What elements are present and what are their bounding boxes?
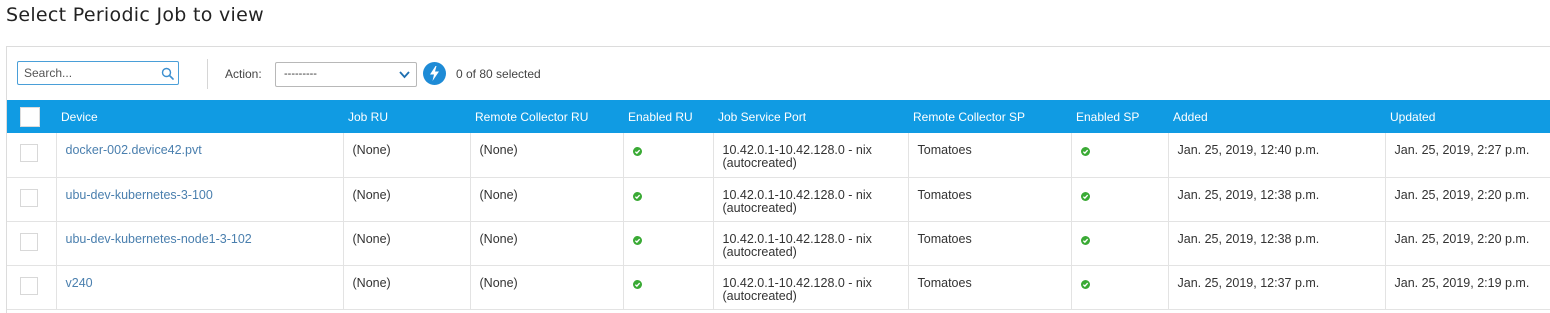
row-select-cell bbox=[7, 177, 56, 222]
column-header-device[interactable]: Device bbox=[56, 100, 343, 133]
green-check-icon bbox=[1080, 147, 1090, 156]
table-header-row: Device Job RU Remote Collector RU Enable… bbox=[7, 100, 1550, 133]
column-header-job-service-port[interactable]: Job Service Port bbox=[713, 100, 908, 133]
column-header-enabled-sp[interactable]: Enabled SP bbox=[1071, 100, 1168, 133]
action-select[interactable]: --------- bbox=[275, 62, 417, 87]
toolbar-divider bbox=[207, 59, 208, 89]
enabled-sp-cell bbox=[1070, 265, 1168, 310]
device-link[interactable]: v240 bbox=[66, 276, 93, 290]
green-check-icon bbox=[632, 191, 642, 201]
remote-collector-sp-cell: Tomatoes bbox=[907, 177, 1071, 222]
select-all-checkbox[interactable] bbox=[20, 106, 40, 127]
device-link[interactable]: docker-002.device42.pvt bbox=[66, 143, 202, 157]
page-title: Select Periodic Job to view bbox=[6, 4, 264, 26]
green-check-icon bbox=[1080, 191, 1090, 201]
row-checkbox[interactable] bbox=[20, 188, 38, 207]
green-check-icon bbox=[1080, 235, 1090, 245]
table-row: docker-002.device42.pvt (None) (None) 10… bbox=[7, 133, 1550, 178]
remote-collector-ru-cell: (None) bbox=[469, 221, 623, 266]
job-ru-cell: (None) bbox=[342, 177, 470, 222]
green-check-icon bbox=[632, 147, 642, 156]
remote-collector-ru-cell: (None) bbox=[469, 177, 623, 222]
table-row: ubu-dev-kubernetes-3-100 (None) (None) 1… bbox=[7, 177, 1550, 222]
green-check-icon bbox=[632, 235, 642, 245]
job-ru-cell: (None) bbox=[342, 265, 470, 310]
updated-cell: Jan. 25, 2019, 2:27 p.m. bbox=[1384, 133, 1550, 178]
column-header-job-ru[interactable]: Job RU bbox=[343, 100, 470, 133]
updated-cell: Jan. 25, 2019, 2:19 p.m. bbox=[1384, 265, 1550, 310]
search-input[interactable] bbox=[24, 64, 154, 82]
added-cell: Jan. 25, 2019, 12:38 p.m. bbox=[1167, 177, 1385, 222]
enabled-ru-cell bbox=[622, 133, 713, 178]
remote-collector-ru-cell: (None) bbox=[469, 265, 623, 310]
column-header-updated[interactable]: Updated bbox=[1385, 100, 1550, 133]
row-checkbox[interactable] bbox=[20, 276, 38, 295]
enabled-sp-cell bbox=[1070, 133, 1168, 178]
green-check-icon bbox=[1080, 279, 1090, 289]
device-cell: docker-002.device42.pvt bbox=[55, 133, 343, 178]
lightning-bolt-icon bbox=[430, 66, 439, 81]
job-ru-cell: (None) bbox=[342, 221, 470, 266]
updated-cell: Jan. 25, 2019, 2:20 p.m. bbox=[1384, 221, 1550, 266]
action-select-value: --------- bbox=[284, 68, 317, 80]
remote-collector-sp-cell: Tomatoes bbox=[907, 133, 1071, 178]
column-header-remote-collector-sp[interactable]: Remote Collector SP bbox=[908, 100, 1071, 133]
enabled-ru-cell bbox=[622, 265, 713, 310]
job-service-port-cell: 10.42.0.1-10.42.128.0 - nix (autocreated… bbox=[712, 265, 908, 310]
select-all-cell bbox=[7, 100, 56, 133]
device-link[interactable]: ubu-dev-kubernetes-3-100 bbox=[66, 188, 213, 202]
device-link[interactable]: ubu-dev-kubernetes-node1-3-102 bbox=[66, 232, 252, 246]
table-row: ubu-dev-kubernetes-node1-3-102 (None) (N… bbox=[7, 221, 1550, 266]
row-select-cell bbox=[7, 265, 56, 310]
added-cell: Jan. 25, 2019, 12:40 p.m. bbox=[1167, 133, 1385, 178]
run-action-button[interactable] bbox=[423, 62, 446, 85]
remote-collector-ru-cell: (None) bbox=[469, 133, 623, 178]
device-cell: ubu-dev-kubernetes-3-100 bbox=[55, 177, 343, 222]
periodic-jobs-table: Device Job RU Remote Collector RU Enable… bbox=[7, 100, 1550, 310]
table-row: v240 (None) (None) 10.42.0.1-10.42.128.0… bbox=[7, 265, 1550, 310]
row-checkbox[interactable] bbox=[20, 232, 38, 251]
device-cell: ubu-dev-kubernetes-node1-3-102 bbox=[55, 221, 343, 266]
added-cell: Jan. 25, 2019, 12:37 p.m. bbox=[1167, 265, 1385, 310]
remote-collector-sp-cell: Tomatoes bbox=[907, 265, 1071, 310]
remote-collector-sp-cell: Tomatoes bbox=[907, 221, 1071, 266]
job-service-port-cell: 10.42.0.1-10.42.128.0 - nix (autocreated… bbox=[712, 221, 908, 266]
action-label: Action: bbox=[225, 67, 262, 81]
updated-cell: Jan. 25, 2019, 2:20 p.m. bbox=[1384, 177, 1550, 222]
row-select-cell bbox=[7, 221, 56, 266]
job-service-port-cell: 10.42.0.1-10.42.128.0 - nix (autocreated… bbox=[712, 177, 908, 222]
search-box[interactable] bbox=[17, 61, 179, 85]
column-header-enabled-ru[interactable]: Enabled RU bbox=[623, 100, 713, 133]
job-service-port-cell: 10.42.0.1-10.42.128.0 - nix (autocreated… bbox=[712, 133, 908, 178]
enabled-sp-cell bbox=[1070, 177, 1168, 222]
search-icon[interactable] bbox=[161, 67, 174, 80]
row-select-cell bbox=[7, 133, 56, 178]
selected-count: 0 of 80 selected bbox=[456, 67, 541, 81]
device-cell: v240 bbox=[55, 265, 343, 310]
changelist-panel: Action: --------- 0 of 80 selected bbox=[6, 46, 1550, 313]
enabled-ru-cell bbox=[622, 221, 713, 266]
column-header-remote-collector-ru[interactable]: Remote Collector RU bbox=[470, 100, 623, 133]
job-ru-cell: (None) bbox=[342, 133, 470, 178]
enabled-sp-cell bbox=[1070, 221, 1168, 266]
toolbar: Action: --------- 0 of 80 selected bbox=[7, 47, 1550, 99]
green-check-icon bbox=[632, 279, 642, 289]
column-header-added[interactable]: Added bbox=[1168, 100, 1385, 133]
chevron-down-icon bbox=[399, 71, 410, 79]
row-checkbox[interactable] bbox=[20, 144, 38, 162]
added-cell: Jan. 25, 2019, 12:38 p.m. bbox=[1167, 221, 1385, 266]
enabled-ru-cell bbox=[622, 177, 713, 222]
